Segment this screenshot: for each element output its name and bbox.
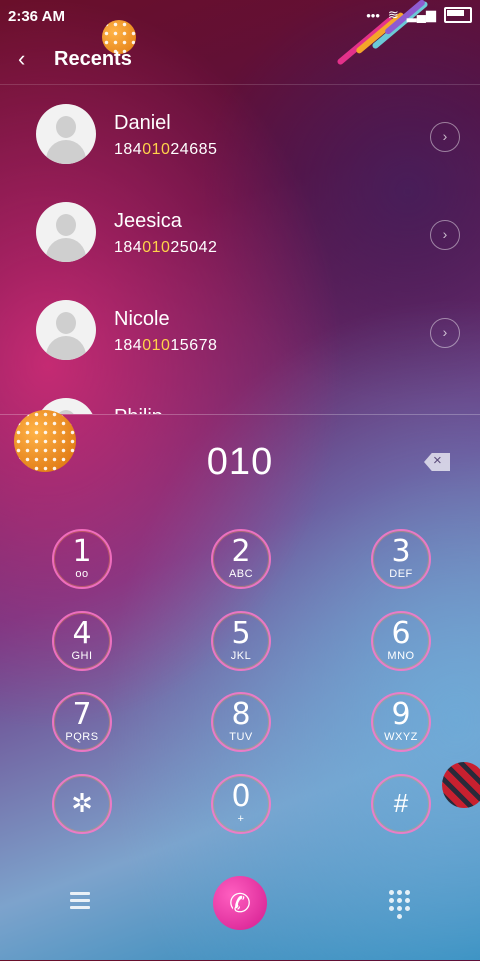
key-7[interactable]: 7 PQRS: [52, 692, 112, 752]
contact-number: 18401015678: [114, 337, 218, 354]
voicemail-icon: ᴏᴏ: [75, 568, 89, 580]
signal-icon: ▂▄▆: [406, 7, 436, 22]
key-3[interactable]: 3 DEF: [371, 529, 431, 589]
wifi-icon: ≋: [387, 7, 399, 22]
avatar: [36, 300, 96, 360]
status-bar: 2:36 AM ••• ≋ ▂▄▆: [0, 0, 480, 66]
contact-number: 18401025042: [114, 239, 218, 256]
key-5[interactable]: 5 JKL: [211, 611, 271, 671]
keypad-toggle-icon[interactable]: [389, 890, 411, 919]
contact-name: Nicole: [114, 308, 170, 330]
star-icon: ✲: [71, 788, 93, 818]
details-chevron-icon[interactable]: ›: [430, 122, 460, 152]
contact-number: 18401024685: [114, 141, 218, 158]
key-9[interactable]: 9 WXYZ: [371, 692, 431, 752]
key-hash[interactable]: #: [371, 774, 431, 834]
details-chevron-icon[interactable]: ›: [430, 220, 460, 250]
menu-icon[interactable]: [70, 892, 90, 909]
more-notifications-icon: •••: [366, 7, 380, 23]
key-1[interactable]: 1 ᴏᴏ: [52, 529, 112, 589]
list-item[interactable]: Daniel 18401024685 ›: [0, 86, 480, 184]
decorative-ball-icon: [442, 762, 480, 808]
key-4[interactable]: 4 GHI: [52, 611, 112, 671]
bottom-bar: ✆: [0, 870, 480, 940]
key-star[interactable]: ✲: [52, 774, 112, 834]
key-6[interactable]: 6 MNO: [371, 611, 431, 671]
avatar: [36, 104, 96, 164]
header: ‹ Recents: [0, 36, 480, 85]
key-8[interactable]: 8 TUV: [211, 692, 271, 752]
status-icons: ••• ≋ ▂▄▆: [366, 7, 472, 23]
decorative-ball-icon: [14, 410, 76, 472]
status-time: 2:36 AM: [8, 8, 65, 25]
key-0[interactable]: 0 +: [211, 774, 271, 834]
contact-name: Daniel: [114, 112, 171, 134]
contact-name: Philip: [114, 406, 163, 414]
avatar: [36, 202, 96, 262]
list-item[interactable]: Jeesica 18401025042 ›: [0, 184, 480, 282]
battery-icon: [444, 7, 472, 23]
key-2[interactable]: 2 ABC: [211, 529, 271, 589]
contact-name: Jeesica: [114, 210, 182, 232]
list-item[interactable]: Nicole 18401015678 ›: [0, 282, 480, 380]
list-item[interactable]: Philip: [0, 380, 480, 414]
page-title: Recents: [54, 48, 132, 70]
recents-list: Daniel 18401024685 › Jeesica 18401025042…: [0, 86, 480, 414]
call-button[interactable]: ✆: [213, 876, 267, 930]
back-icon[interactable]: ‹: [18, 46, 25, 72]
details-chevron-icon[interactable]: ›: [430, 318, 460, 348]
